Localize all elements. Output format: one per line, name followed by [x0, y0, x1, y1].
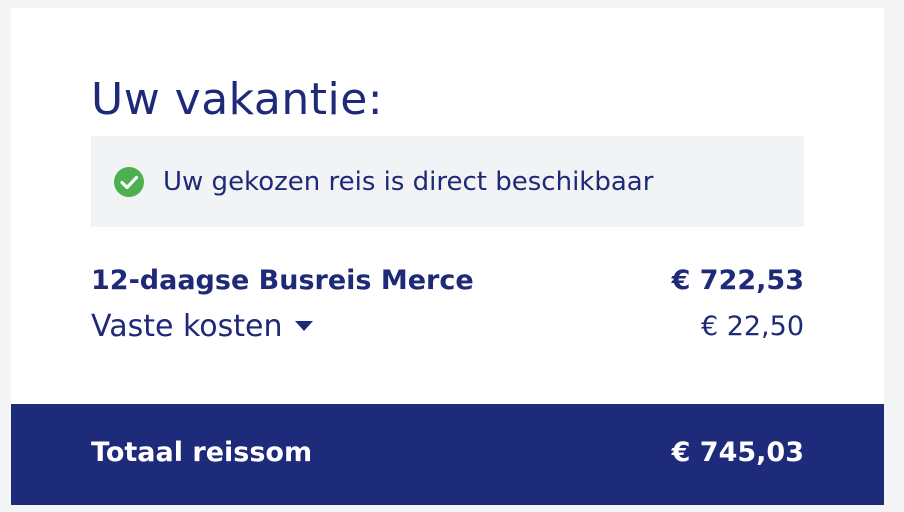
trip-price-row: 12-daagse Busreis Merce € 722,53	[91, 260, 804, 300]
total-label: Totaal reissom	[91, 436, 313, 468]
total-bar: Totaal reissom € 745,03	[11, 404, 884, 505]
fixed-costs-toggle[interactable]: Vaste kosten	[91, 309, 314, 344]
page-title: Uw vakantie:	[91, 74, 384, 125]
trip-name: 12-daagse Busreis Merce	[91, 264, 474, 296]
fixed-costs-price: € 22,50	[700, 310, 804, 342]
availability-banner: Uw gekozen reis is direct beschikbaar	[91, 136, 804, 227]
availability-text: Uw gekozen reis is direct beschikbaar	[163, 166, 654, 197]
fixed-costs-row: Vaste kosten € 22,50	[91, 306, 804, 346]
total-row: Totaal reissom € 745,03	[91, 432, 804, 472]
check-circle-icon	[113, 166, 145, 198]
vacation-summary-card: Uw vakantie: Uw gekozen reis is direct b…	[11, 8, 884, 505]
caret-down-icon	[294, 320, 314, 332]
trip-price: € 722,53	[671, 264, 804, 296]
total-amount: € 745,03	[671, 436, 804, 468]
fixed-costs-label: Vaste kosten	[91, 308, 283, 344]
